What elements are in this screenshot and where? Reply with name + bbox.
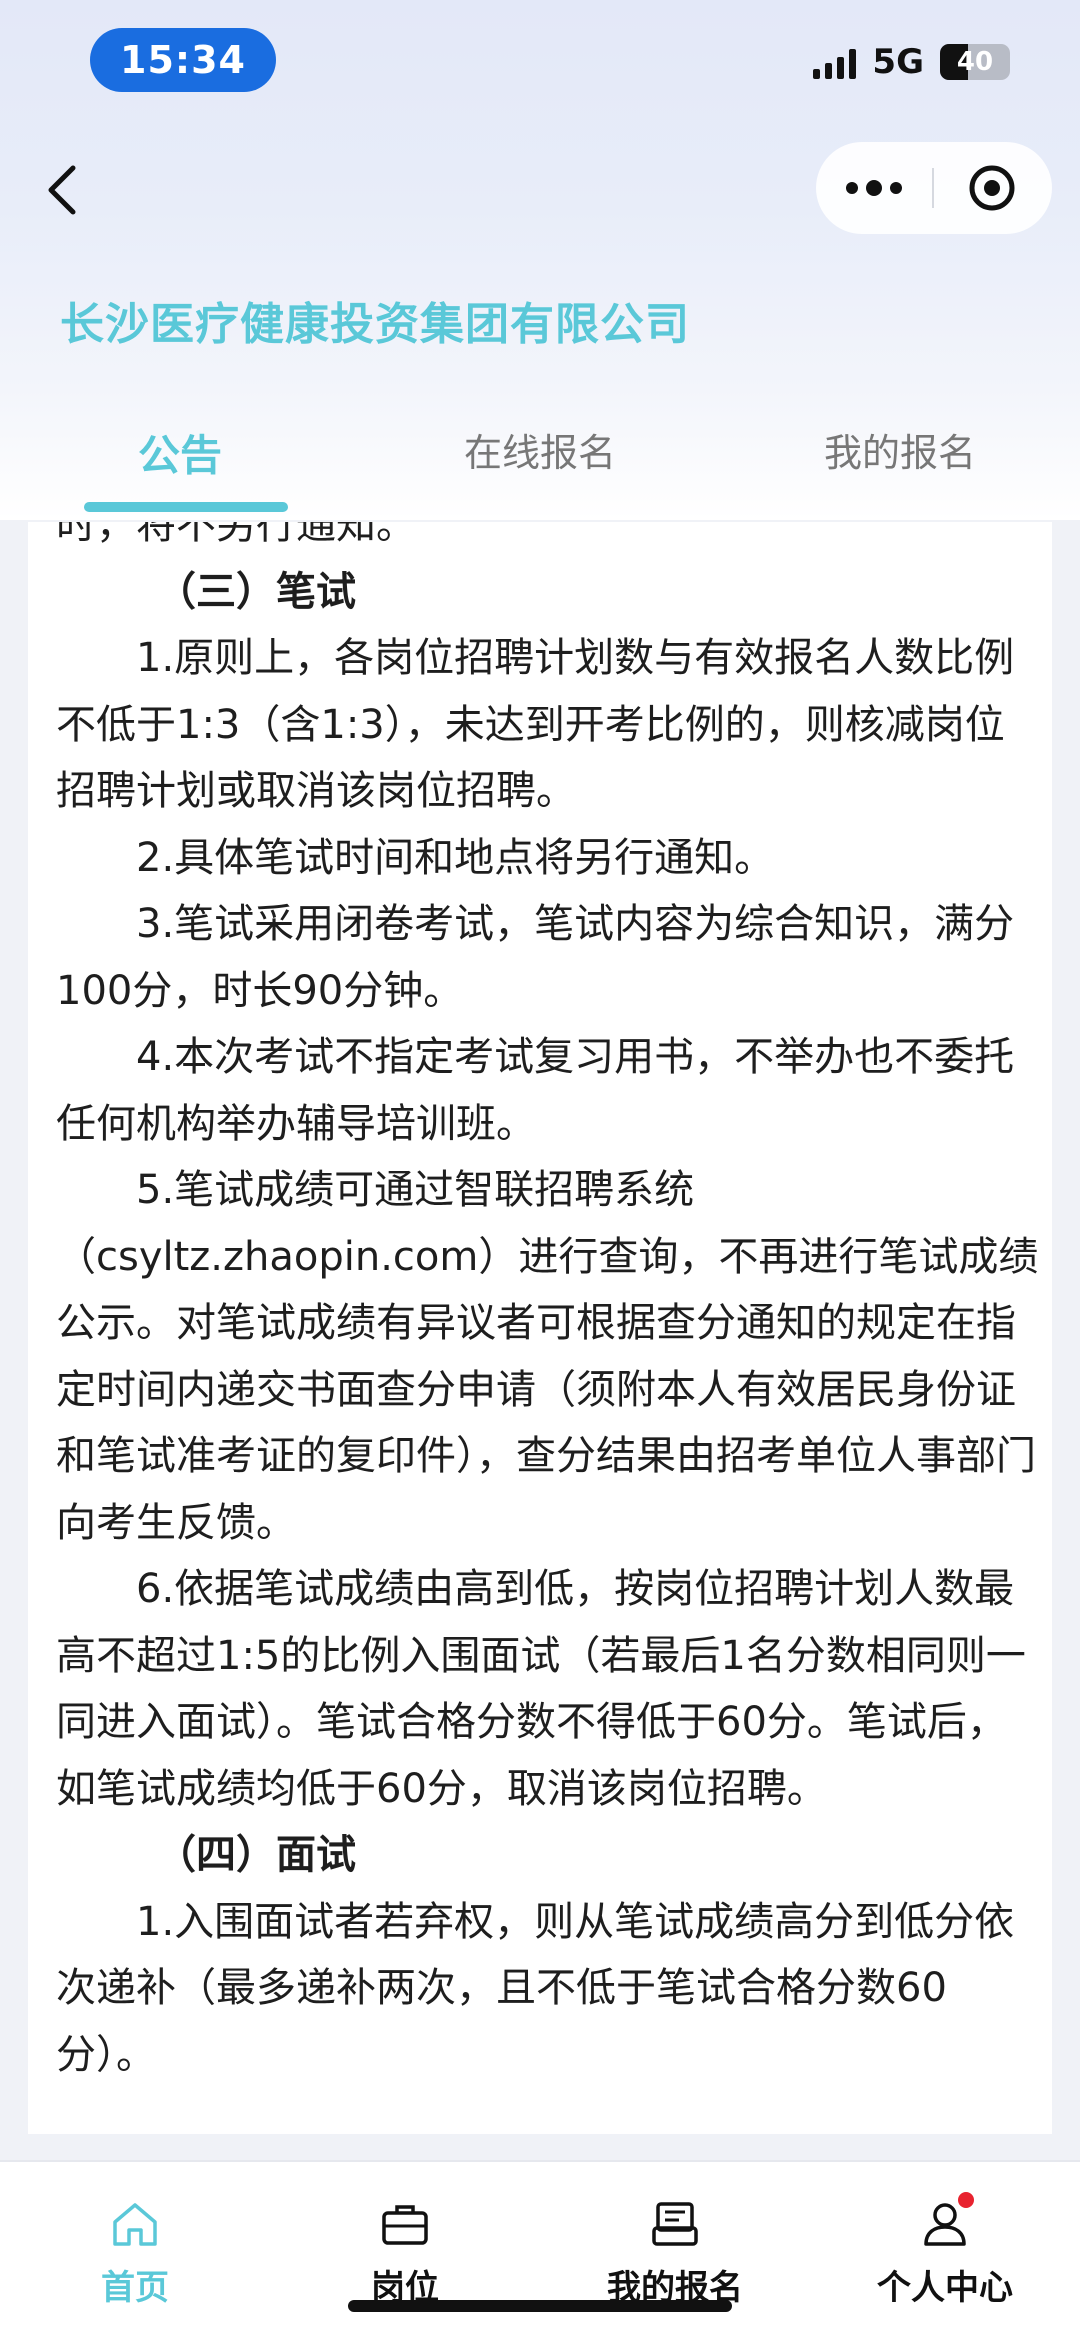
nav-profile[interactable]: 个人中心 [810, 2162, 1080, 2337]
status-time: 15:34 [90, 28, 276, 92]
section-title-written-exam: （三）笔试 [156, 568, 356, 615]
back-icon[interactable] [40, 160, 84, 220]
partial-line: 时，将不另行通知。 [56, 522, 416, 548]
nav-home-label: 首页 [101, 2268, 169, 2308]
paragraph: 2.具体笔试时间和地点将另行通知。 [136, 834, 775, 881]
battery-level: 40 [956, 47, 994, 77]
paragraph: 3.笔试采用闭卷考试，笔试内容为综合知识，满分100分，时长90分钟。 [56, 901, 1015, 1014]
tab-online-registration[interactable]: 在线报名 [360, 400, 720, 520]
company-title: 长沙医疗健康投资集团有限公司 [60, 299, 690, 350]
signal-icon [813, 45, 857, 79]
miniprogram-capsule [816, 142, 1052, 234]
briefcase-icon [382, 2205, 428, 2245]
close-miniprogram-icon[interactable] [934, 142, 1050, 234]
nav-profile-label: 个人中心 [877, 2268, 1013, 2308]
paragraph: 1.入围面试者若弃权，则从笔试成绩高分到低分依次递补（最多递补两次，且不低于笔试… [56, 1898, 1015, 2078]
tab-my-registration[interactable]: 我的报名 [720, 400, 1080, 520]
announcement-text: 时，将不另行通知。 （三）笔试 1.原则上，各岗位招聘计划数与有效报名人数比例不… [56, 522, 1044, 2088]
paragraph: 6.依据笔试成绩由高到低，按岗位招聘计划人数最高不超过1:5的比例入围面试（若最… [56, 1566, 1026, 1812]
more-icon[interactable] [816, 142, 932, 234]
home-icon [113, 2203, 157, 2246]
paragraph: 4.本次考试不指定考试复习用书，不举办也不委托任何机构举办辅导培训班。 [56, 1034, 1015, 1147]
section-title-interview: （四）面试 [156, 1832, 356, 1878]
nav-home[interactable]: 首页 [0, 2162, 270, 2337]
status-indicators: 5G 40 [813, 40, 1010, 84]
network-label: 5G [872, 42, 924, 82]
registration-icon [652, 2202, 698, 2246]
paragraph: 1.原则上，各岗位招聘计划数与有效报名人数比例不低于1:3（含1:3），未达到开… [56, 635, 1015, 814]
paragraph: 5.笔试成绩可通过智联招聘系统 [136, 1167, 695, 1213]
app-screen: 15:34 5G 40 长沙医疗健康投资集团有限公司 公告 在线报名 我的报名 … [0, 0, 1080, 2337]
paragraph: （csyltz.zhaopin.com）进行查询，不再进行笔试成绩公示。对笔试成… [56, 1233, 1039, 1546]
home-indicator[interactable] [348, 2300, 732, 2312]
active-tab-indicator [84, 502, 288, 512]
battery-icon: 40 [940, 44, 1010, 80]
notification-badge [958, 2192, 974, 2208]
announcement-content[interactable]: 时，将不另行通知。 （三）笔试 1.原则上，各岗位招聘计划数与有效报名人数比例不… [28, 522, 1052, 2134]
